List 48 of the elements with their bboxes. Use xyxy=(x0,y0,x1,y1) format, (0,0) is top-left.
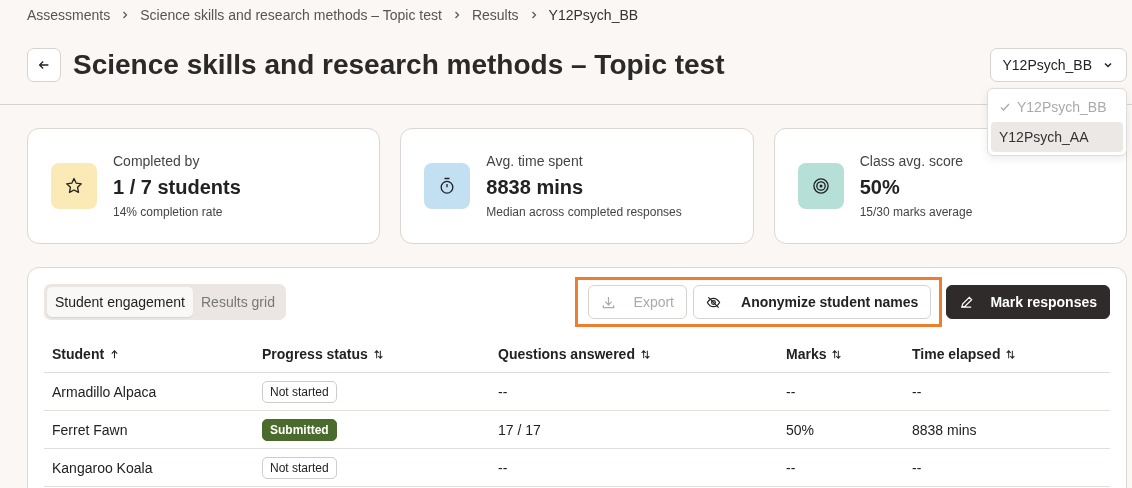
table-cell: -- xyxy=(912,383,922,400)
stat-value: 8838 mins xyxy=(486,176,585,199)
breadcrumb-link[interactable]: Results xyxy=(471,7,519,23)
tab[interactable]: Student engagement xyxy=(47,287,193,317)
column-header[interactable]: Progress status xyxy=(262,346,384,362)
mark-responses-button[interactable]: Mark responses xyxy=(946,285,1110,319)
stat-caption: 14% completion rate xyxy=(113,205,224,219)
stat-caption: 15/30 marks average xyxy=(859,205,973,219)
table-cell: 8838 mins xyxy=(912,421,977,438)
stat-value: 50% xyxy=(859,176,901,199)
status-badge: Submitted xyxy=(262,418,337,441)
column-header[interactable]: Questions answered xyxy=(498,346,651,362)
eye-off-icon xyxy=(706,294,721,310)
status-badge: Not started xyxy=(262,456,337,479)
table-cell: -- xyxy=(786,383,796,400)
breadcrumb-link[interactable]: Science skills and research methods – Topic test xyxy=(140,7,442,23)
table-cell: -- xyxy=(498,383,508,400)
student-name: Ferret Fawn xyxy=(52,421,128,438)
table-cell: 17 / 17 xyxy=(498,421,541,438)
status-badge: Not started xyxy=(262,380,337,403)
tab[interactable]: Results grid xyxy=(193,287,283,317)
class-dropdown[interactable]: Y12Psych_BB xyxy=(989,48,1127,82)
stat-caption: Median across completed responses xyxy=(486,205,682,219)
check-icon xyxy=(999,101,1011,113)
breadcrumb-link[interactable]: Y12Psych_BB xyxy=(548,7,639,23)
page-title: Science skills and research methods – Topic test xyxy=(73,49,726,81)
star-icon xyxy=(64,176,84,196)
download-icon xyxy=(600,294,616,310)
table-cell: -- xyxy=(912,459,922,476)
stat-label: Class avg. score xyxy=(859,153,965,169)
dropdown-option[interactable]: Y12Psych_AA xyxy=(991,122,1123,152)
column-header[interactable]: Time elapsed xyxy=(912,346,1017,362)
back-arrow-icon xyxy=(37,58,51,72)
student-name: Armadillo Alpaca xyxy=(52,383,157,400)
target-icon xyxy=(810,176,831,196)
column-header[interactable]: Student xyxy=(52,346,121,362)
table-cell: 50% xyxy=(786,421,815,438)
pencil-icon xyxy=(959,294,975,310)
table-cell: -- xyxy=(786,459,796,476)
breadcrumb-link[interactable]: Assessments xyxy=(27,7,111,23)
table-cell: -- xyxy=(498,459,508,476)
column-header[interactable]: Marks xyxy=(786,346,843,362)
anonymize-button[interactable]: Anonymize student names xyxy=(693,285,932,319)
student-name: Kangaroo Koala xyxy=(52,459,153,476)
stat-label: Avg. time spent xyxy=(486,153,584,169)
stat-label: Completed by xyxy=(113,153,201,169)
stat-value: 1 / 7 students xyxy=(113,176,241,199)
back-button[interactable] xyxy=(27,48,61,82)
